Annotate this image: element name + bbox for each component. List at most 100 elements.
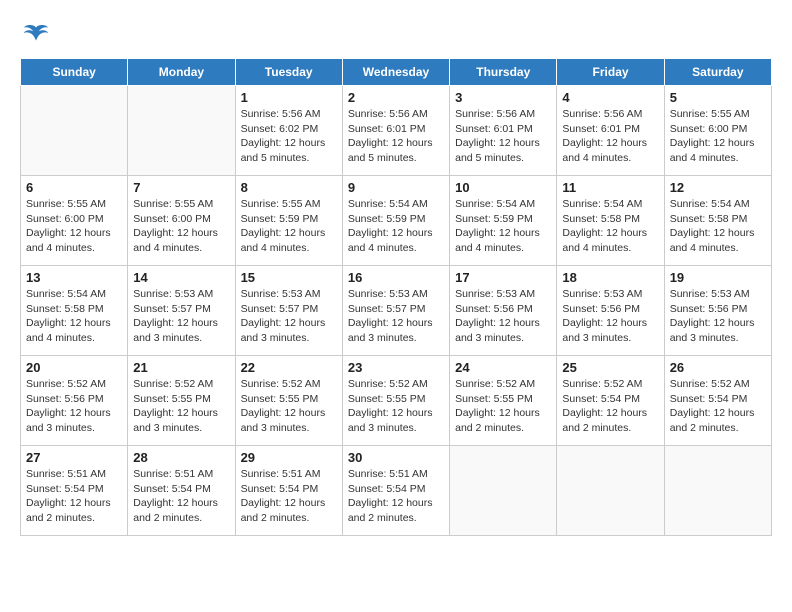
calendar-cell: 8 Sunrise: 5:55 AMSunset: 5:59 PMDaylight… [235, 176, 342, 266]
calendar-header-row: SundayMondayTuesdayWednesdayThursdayFrid… [21, 59, 772, 86]
day-of-week-header: Wednesday [342, 59, 449, 86]
logo-bird-icon [22, 20, 50, 48]
day-info: Sunrise: 5:53 AMSunset: 5:57 PMDaylight:… [348, 287, 444, 346]
day-info: Sunrise: 5:54 AMSunset: 5:59 PMDaylight:… [455, 197, 551, 256]
calendar-cell [128, 86, 235, 176]
calendar-cell: 12 Sunrise: 5:54 AMSunset: 5:58 PMDayligh… [664, 176, 771, 266]
day-info: Sunrise: 5:52 AMSunset: 5:56 PMDaylight:… [26, 377, 122, 436]
calendar-cell: 28 Sunrise: 5:51 AMSunset: 5:54 PMDayligh… [128, 446, 235, 536]
calendar-cell: 15 Sunrise: 5:53 AMSunset: 5:57 PMDayligh… [235, 266, 342, 356]
day-info: Sunrise: 5:56 AMSunset: 6:02 PMDaylight:… [241, 107, 337, 166]
day-number: 24 [455, 360, 551, 375]
day-of-week-header: Monday [128, 59, 235, 86]
calendar-cell: 19 Sunrise: 5:53 AMSunset: 5:56 PMDayligh… [664, 266, 771, 356]
day-info: Sunrise: 5:56 AMSunset: 6:01 PMDaylight:… [348, 107, 444, 166]
day-info: Sunrise: 5:55 AMSunset: 6:00 PMDaylight:… [670, 107, 766, 166]
day-info: Sunrise: 5:55 AMSunset: 6:00 PMDaylight:… [26, 197, 122, 256]
calendar-week-row: 20 Sunrise: 5:52 AMSunset: 5:56 PMDayligh… [21, 356, 772, 446]
day-of-week-header: Saturday [664, 59, 771, 86]
day-info: Sunrise: 5:54 AMSunset: 5:58 PMDaylight:… [562, 197, 658, 256]
day-number: 21 [133, 360, 229, 375]
calendar-cell: 11 Sunrise: 5:54 AMSunset: 5:58 PMDayligh… [557, 176, 664, 266]
day-number: 30 [348, 450, 444, 465]
day-info: Sunrise: 5:53 AMSunset: 5:56 PMDaylight:… [562, 287, 658, 346]
day-number: 13 [26, 270, 122, 285]
calendar-body: 1 Sunrise: 5:56 AMSunset: 6:02 PMDaylight… [21, 86, 772, 536]
day-number: 11 [562, 180, 658, 195]
day-number: 7 [133, 180, 229, 195]
day-number: 16 [348, 270, 444, 285]
day-number: 4 [562, 90, 658, 105]
day-number: 18 [562, 270, 658, 285]
logo [20, 20, 52, 48]
day-number: 19 [670, 270, 766, 285]
day-of-week-header: Friday [557, 59, 664, 86]
calendar-cell: 1 Sunrise: 5:56 AMSunset: 6:02 PMDaylight… [235, 86, 342, 176]
calendar-cell: 22 Sunrise: 5:52 AMSunset: 5:55 PMDayligh… [235, 356, 342, 446]
day-number: 22 [241, 360, 337, 375]
day-number: 14 [133, 270, 229, 285]
day-info: Sunrise: 5:53 AMSunset: 5:56 PMDaylight:… [455, 287, 551, 346]
day-info: Sunrise: 5:52 AMSunset: 5:55 PMDaylight:… [348, 377, 444, 436]
calendar-cell: 20 Sunrise: 5:52 AMSunset: 5:56 PMDayligh… [21, 356, 128, 446]
day-info: Sunrise: 5:51 AMSunset: 5:54 PMDaylight:… [26, 467, 122, 526]
day-info: Sunrise: 5:51 AMSunset: 5:54 PMDaylight:… [348, 467, 444, 526]
calendar-week-row: 1 Sunrise: 5:56 AMSunset: 6:02 PMDaylight… [21, 86, 772, 176]
calendar-cell: 29 Sunrise: 5:51 AMSunset: 5:54 PMDayligh… [235, 446, 342, 536]
calendar-cell: 24Sunrise: 5:52 AMSunset: 5:55 PMDayligh… [450, 356, 557, 446]
calendar-table: SundayMondayTuesdayWednesdayThursdayFrid… [20, 58, 772, 536]
calendar-cell [450, 446, 557, 536]
day-number: 8 [241, 180, 337, 195]
calendar-cell: 30 Sunrise: 5:51 AMSunset: 5:54 PMDayligh… [342, 446, 449, 536]
day-info: Sunrise: 5:53 AMSunset: 5:56 PMDaylight:… [670, 287, 766, 346]
day-info: Sunrise: 5:55 AMSunset: 6:00 PMDaylight:… [133, 197, 229, 256]
day-number: 28 [133, 450, 229, 465]
day-number: 25 [562, 360, 658, 375]
day-info: Sunrise: 5:52 AMSunset: 5:54 PMDaylight:… [670, 377, 766, 436]
day-info: Sunrise: 5:54 AMSunset: 5:58 PMDaylight:… [670, 197, 766, 256]
day-number: 26 [670, 360, 766, 375]
day-number: 27 [26, 450, 122, 465]
day-number: 1 [241, 90, 337, 105]
calendar-cell: 25Sunrise: 5:52 AMSunset: 5:54 PMDayligh… [557, 356, 664, 446]
calendar-cell [664, 446, 771, 536]
calendar-cell: 14 Sunrise: 5:53 AMSunset: 5:57 PMDayligh… [128, 266, 235, 356]
calendar-cell: 9Sunrise: 5:54 AMSunset: 5:59 PMDaylight… [342, 176, 449, 266]
calendar-cell [557, 446, 664, 536]
day-of-week-header: Tuesday [235, 59, 342, 86]
day-info: Sunrise: 5:53 AMSunset: 5:57 PMDaylight:… [241, 287, 337, 346]
calendar-cell: 7 Sunrise: 5:55 AMSunset: 6:00 PMDaylight… [128, 176, 235, 266]
day-number: 6 [26, 180, 122, 195]
calendar-cell: 16 Sunrise: 5:53 AMSunset: 5:57 PMDayligh… [342, 266, 449, 356]
day-info: Sunrise: 5:51 AMSunset: 5:54 PMDaylight:… [241, 467, 337, 526]
day-number: 20 [26, 360, 122, 375]
calendar-week-row: 6 Sunrise: 5:55 AMSunset: 6:00 PMDaylight… [21, 176, 772, 266]
day-info: Sunrise: 5:55 AMSunset: 5:59 PMDaylight:… [241, 197, 337, 256]
day-number: 12 [670, 180, 766, 195]
day-of-week-header: Thursday [450, 59, 557, 86]
calendar-cell: 4Sunrise: 5:56 AMSunset: 6:01 PMDaylight… [557, 86, 664, 176]
page-container: SundayMondayTuesdayWednesdayThursdayFrid… [20, 20, 772, 536]
day-number: 3 [455, 90, 551, 105]
day-number: 5 [670, 90, 766, 105]
day-info: Sunrise: 5:51 AMSunset: 5:54 PMDaylight:… [133, 467, 229, 526]
day-info: Sunrise: 5:52 AMSunset: 5:55 PMDaylight:… [133, 377, 229, 436]
calendar-cell: 3 Sunrise: 5:56 AMSunset: 6:01 PMDaylight… [450, 86, 557, 176]
day-info: Sunrise: 5:56 AMSunset: 6:01 PMDaylight:… [455, 107, 551, 166]
day-number: 23 [348, 360, 444, 375]
calendar-cell: 10Sunrise: 5:54 AMSunset: 5:59 PMDayligh… [450, 176, 557, 266]
day-info: Sunrise: 5:53 AMSunset: 5:57 PMDaylight:… [133, 287, 229, 346]
calendar-cell: 13 Sunrise: 5:54 AMSunset: 5:58 PMDayligh… [21, 266, 128, 356]
calendar-cell: 18 Sunrise: 5:53 AMSunset: 5:56 PMDayligh… [557, 266, 664, 356]
day-info: Sunrise: 5:54 AMSunset: 5:58 PMDaylight:… [26, 287, 122, 346]
calendar-week-row: 27 Sunrise: 5:51 AMSunset: 5:54 PMDayligh… [21, 446, 772, 536]
day-info: Sunrise: 5:52 AMSunset: 5:55 PMDaylight:… [241, 377, 337, 436]
calendar-week-row: 13 Sunrise: 5:54 AMSunset: 5:58 PMDayligh… [21, 266, 772, 356]
day-number: 2 [348, 90, 444, 105]
day-number: 15 [241, 270, 337, 285]
calendar-cell: 26 Sunrise: 5:52 AMSunset: 5:54 PMDayligh… [664, 356, 771, 446]
calendar-cell: 27 Sunrise: 5:51 AMSunset: 5:54 PMDayligh… [21, 446, 128, 536]
calendar-cell: 6 Sunrise: 5:55 AMSunset: 6:00 PMDaylight… [21, 176, 128, 266]
day-number: 29 [241, 450, 337, 465]
day-info: Sunrise: 5:54 AMSunset: 5:59 PMDaylight:… [348, 197, 444, 256]
